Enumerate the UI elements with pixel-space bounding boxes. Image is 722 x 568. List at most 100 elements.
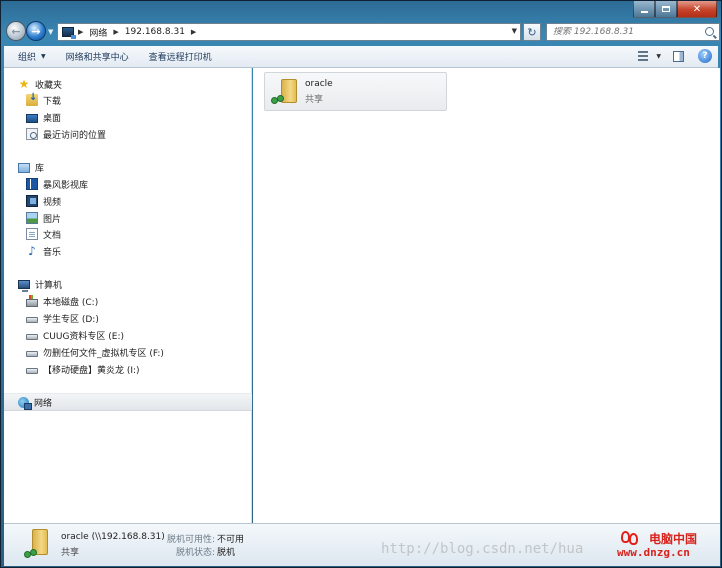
picture-icon xyxy=(26,212,38,224)
sidebar-item-label: 勿删任何文件_虚拟机专区 (F:) xyxy=(43,348,164,359)
maximize-icon xyxy=(662,6,670,12)
minimize-icon xyxy=(640,10,648,13)
sidebar-item-pictures[interactable]: 图片 xyxy=(4,210,252,226)
share-name: oracle xyxy=(305,79,333,89)
library-icon xyxy=(18,162,30,173)
sidebar-item-drive-d[interactable]: 学生专区 (D:) xyxy=(4,310,252,326)
sidebar-item-drive-f[interactable]: 勿删任何文件_虚拟机专区 (F:) xyxy=(4,344,252,360)
sidebar-item-downloads[interactable]: 下载 xyxy=(4,92,252,108)
close-button[interactable]: ✕ xyxy=(677,1,717,18)
recent-places-icon xyxy=(26,128,38,140)
forward-arrow-icon: → xyxy=(31,24,41,38)
view-options-dropdown-icon[interactable]: ▼ xyxy=(656,53,661,60)
hard-drive-icon xyxy=(26,334,38,340)
sidebar-item-label: 收藏夹 xyxy=(35,80,63,91)
brand-watermark: 电脑中国 www.dnzg.cn xyxy=(617,529,717,561)
sidebar-item-label: 音乐 xyxy=(43,247,62,258)
details-type: 共享 xyxy=(61,548,80,558)
maximize-button[interactable] xyxy=(655,1,677,18)
breadcrumb-network[interactable]: 网络 xyxy=(89,26,107,39)
sidebar-item-label: 文档 xyxy=(43,230,62,241)
brand-url: www.dnzg.cn xyxy=(617,546,690,559)
offline-availability-label: 脱机可用性: xyxy=(167,535,216,545)
sidebar-item-label: CUUG资料专区 (E:) xyxy=(43,331,125,342)
sidebar-item-computer[interactable]: 计算机 xyxy=(4,276,252,292)
network-location-icon xyxy=(62,27,76,39)
search-box[interactable] xyxy=(546,23,720,41)
sidebar-item-storm-video[interactable]: 暴风影视库 xyxy=(4,176,252,192)
sidebar-item-music[interactable]: ♪ 音乐 xyxy=(4,243,252,259)
chevron-right-icon[interactable]: ▶ xyxy=(191,28,196,36)
share-item-oracle[interactable]: oracle 共享 xyxy=(264,72,447,111)
explorer-window: ✕ ← → ▼ ▶ 网络 ▶ 192.168.8.31 ▶ ▼ ↻ 组织 ▼ 网… xyxy=(0,0,722,568)
sidebar-item-drive-c[interactable]: 本地磁盘 (C:) xyxy=(4,293,252,309)
network-center-label: 网络和共享中心 xyxy=(65,53,129,63)
chevron-down-icon: ▼ xyxy=(41,53,46,60)
sidebar-item-label: 网络 xyxy=(34,398,53,409)
help-icon[interactable]: ? xyxy=(698,49,712,63)
sidebar-item-label: 暴风影视库 xyxy=(43,180,89,191)
music-note-icon: ♪ xyxy=(28,244,36,258)
star-icon: ★ xyxy=(18,77,30,91)
sidebar-item-drive-e[interactable]: CUUG资料专区 (E:) xyxy=(4,327,252,343)
search-input[interactable] xyxy=(553,27,703,37)
preview-pane-icon[interactable] xyxy=(673,50,684,62)
organize-label: 组织 xyxy=(18,53,37,63)
sidebar-item-network[interactable]: 网络 xyxy=(4,393,252,411)
organize-button[interactable]: 组织 ▼ xyxy=(4,46,56,68)
refresh-icon: ↻ xyxy=(527,25,537,39)
sidebar-item-label: 桌面 xyxy=(43,113,62,124)
sidebar-item-label: 图片 xyxy=(43,214,62,225)
network-icon xyxy=(18,396,32,410)
removable-drive-icon xyxy=(26,368,38,374)
brand-name: 电脑中国 xyxy=(649,532,698,546)
brand-logo-icon xyxy=(621,531,641,545)
back-button[interactable]: ← xyxy=(6,21,26,41)
window-controls: ✕ xyxy=(633,1,717,18)
address-dropdown-icon[interactable]: ▼ xyxy=(512,27,517,35)
remote-printers-label: 查看远程打印机 xyxy=(148,53,212,63)
refresh-button[interactable]: ↻ xyxy=(523,23,541,41)
back-arrow-icon: ← xyxy=(11,24,21,38)
sidebar-item-label: 学生专区 (D:) xyxy=(43,314,99,325)
sidebar-item-favorites[interactable]: ★ 收藏夹 xyxy=(4,76,252,92)
sidebar-item-label: 本地磁盘 (C:) xyxy=(43,297,99,308)
minimize-button[interactable] xyxy=(633,1,655,18)
share-type: 共享 xyxy=(305,95,324,105)
remote-printers-button[interactable]: 查看远程打印机 xyxy=(139,46,222,68)
address-bar[interactable]: ▶ 网络 ▶ 192.168.8.31 ▶ ▼ xyxy=(57,23,521,41)
view-controls: ▼ ? xyxy=(638,49,712,63)
navigation-bar: ← → ▼ ▶ 网络 ▶ 192.168.8.31 ▶ ▼ ↻ xyxy=(4,19,720,45)
downloads-folder-icon xyxy=(26,92,38,106)
sidebar-item-label: 库 xyxy=(35,163,45,174)
offline-status-label: 脱机状态: xyxy=(176,548,216,558)
sidebar-item-desktop[interactable]: 桌面 xyxy=(4,109,252,125)
sidebar-item-label: 【移动硬盘】黄炎龙 (I:) xyxy=(43,365,140,376)
forward-button[interactable]: → xyxy=(26,21,46,41)
desktop-icon xyxy=(26,113,38,123)
file-list: oracle 共享 xyxy=(253,68,720,523)
offline-availability-value: 不可用 xyxy=(217,535,245,545)
chevron-right-icon[interactable]: ▶ xyxy=(78,28,83,36)
change-view-icon[interactable] xyxy=(638,50,652,63)
sidebar-item-drive-i[interactable]: 【移动硬盘】黄炎龙 (I:) xyxy=(4,361,252,377)
sidebar-item-libraries[interactable]: 库 xyxy=(4,159,252,175)
details-pane: oracle (\\192.168.8.31) 共享 脱机可用性: 不可用 脱机… xyxy=(4,523,720,566)
sidebar-item-label: 下载 xyxy=(43,96,62,107)
computer-icon xyxy=(18,279,30,292)
chevron-right-icon[interactable]: ▶ xyxy=(113,28,118,36)
video-library-icon xyxy=(26,178,38,190)
shared-folder-icon xyxy=(271,77,301,107)
history-dropdown-icon[interactable]: ▼ xyxy=(48,28,53,36)
sidebar-item-label: 视频 xyxy=(43,197,62,208)
search-icon[interactable] xyxy=(705,27,714,36)
network-center-button[interactable]: 网络和共享中心 xyxy=(56,46,139,68)
sidebar-item-videos[interactable]: 视频 xyxy=(4,193,252,209)
breadcrumb-host[interactable]: 192.168.8.31 xyxy=(125,27,185,37)
sidebar-item-recent-places[interactable]: 最近访问的位置 xyxy=(4,126,252,142)
hard-drive-icon xyxy=(26,351,38,357)
sidebar-item-documents[interactable]: 文档 xyxy=(4,226,252,242)
shared-folder-icon xyxy=(24,529,54,561)
sidebar-item-label: 最近访问的位置 xyxy=(43,130,107,141)
command-bar: 组织 ▼ 网络和共享中心 查看远程打印机 ▼ ? xyxy=(4,46,718,68)
